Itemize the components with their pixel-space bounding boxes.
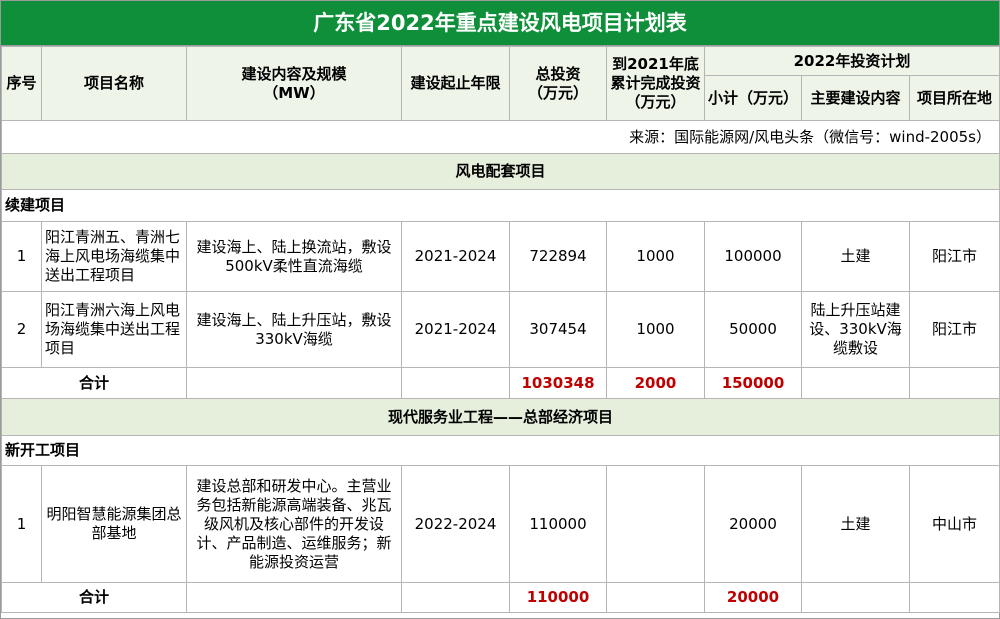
cell-subtotal: 20000: [704, 465, 802, 583]
header-main-content: 主要建设内容: [801, 75, 910, 121]
sum-empty: [909, 367, 1000, 399]
header-subtotal: 小计（万元）: [704, 75, 802, 121]
sum-total: 1030348: [509, 367, 607, 399]
sum-total: 110000: [509, 582, 607, 613]
sum-row: 合计 110000 20000: [1, 582, 1000, 613]
project-table: 序号 项目名称 建设内容及规模 （MW） 建设起止年限 总投资 （万元） 到20…: [1, 46, 1000, 613]
cell-name: 阳江青洲五、青洲七海上风电场海缆集中送出工程项目: [41, 221, 187, 292]
section-row: 现代服务业工程——总部经济项目: [1, 398, 1000, 436]
cell-subtotal: 50000: [704, 291, 802, 368]
header-content-line2: （MW）: [263, 83, 325, 102]
header-location: 项目所在地: [909, 75, 1000, 121]
header-name: 项目名称: [41, 46, 187, 121]
cell-location: 阳江市: [909, 291, 1000, 368]
cell-main-content: 陆上升压站建设、330kV海缆敷设: [801, 291, 910, 368]
header-done-line2: 累计完成投资: [610, 74, 701, 92]
source-note: 来源：国际能源网/风电头条（微信号：wind-2005s）: [1, 120, 1000, 154]
sum-empty: [186, 367, 402, 399]
header-seq: 序号: [1, 46, 42, 121]
table-row: 1 阳江青洲五、青洲七海上风电场海缆集中送出工程项目 建设海上、陆上换流站，敷设…: [1, 221, 1000, 292]
sum-done: 2000: [606, 367, 705, 399]
cell-content: 建设海上、陆上换流站，敷设500kV柔性直流海缆: [186, 221, 402, 292]
sum-row: 合计 1030348 2000 150000: [1, 367, 1000, 399]
cell-content: 建设海上、陆上升压站，敷设330kV海缆: [186, 291, 402, 368]
table-row: 1 明阳智慧能源集团总部基地 建设总部和研发中心。主营业务包括新能源高端装备、兆…: [1, 465, 1000, 583]
cell-period: 2021-2024: [401, 291, 510, 368]
cell-done: [606, 465, 705, 583]
cell-main-content: 土建: [801, 465, 910, 583]
cell-name: 明阳智慧能源集团总部基地: [41, 465, 187, 583]
sum-empty: [801, 367, 910, 399]
section-subheading: 新开工项目: [1, 435, 1000, 466]
header-content: 建设内容及规模 （MW）: [186, 46, 402, 121]
sum-label: 合计: [1, 582, 187, 613]
cell-done: 1000: [606, 291, 705, 368]
section-title: 风电配套项目: [1, 153, 1000, 190]
sum-subtotal: 150000: [704, 367, 802, 399]
header-total-line2: （万元）: [527, 83, 588, 102]
header-done-line1: 到2021年底: [612, 55, 699, 73]
table-row: 2 阳江青洲六海上风电场海缆集中送出工程项目 建设海上、陆上升压站，敷设330k…: [1, 291, 1000, 368]
sum-label: 合计: [1, 367, 187, 399]
page-title: 广东省2022年重点建设风电项目计划表: [1, 1, 999, 46]
section-title: 现代服务业工程——总部经济项目: [1, 398, 1000, 436]
cell-name: 阳江青洲六海上风电场海缆集中送出工程项目: [41, 291, 187, 368]
cell-seq: 2: [1, 291, 42, 368]
header-period: 建设起止年限: [401, 46, 510, 121]
section-subheading: 续建项目: [1, 189, 1000, 222]
sum-empty: [801, 582, 910, 613]
cell-location: 阳江市: [909, 221, 1000, 292]
cell-location: 中山市: [909, 465, 1000, 583]
cell-total: 307454: [509, 291, 607, 368]
sum-empty: [401, 582, 510, 613]
header-plan2022: 2022年投资计划: [704, 46, 1000, 76]
source-row: 来源：国际能源网/风电头条（微信号：wind-2005s）: [1, 120, 1000, 154]
sum-empty: [401, 367, 510, 399]
subheading-row: 续建项目: [1, 189, 1000, 222]
sum-empty: [909, 582, 1000, 613]
cell-seq: 1: [1, 221, 42, 292]
cell-total: 722894: [509, 221, 607, 292]
cell-main-content: 土建: [801, 221, 910, 292]
header-done: 到2021年底 累计完成投资 （万元）: [606, 46, 705, 121]
sum-empty: [186, 582, 402, 613]
sum-subtotal: 20000: [704, 582, 802, 613]
subheading-row: 新开工项目: [1, 435, 1000, 466]
header-total: 总投资 （万元）: [509, 46, 607, 121]
header-done-line3: （万元）: [625, 93, 686, 111]
sum-done: [606, 582, 705, 613]
header-content-line1: 建设内容及规模: [241, 64, 347, 83]
cell-period: 2021-2024: [401, 221, 510, 292]
cell-subtotal: 100000: [704, 221, 802, 292]
header-total-line1: 总投资: [535, 64, 581, 83]
cell-total: 110000: [509, 465, 607, 583]
section-row: 风电配套项目: [1, 153, 1000, 190]
header-row-1: 序号 项目名称 建设内容及规模 （MW） 建设起止年限 总投资 （万元） 到20…: [1, 46, 1000, 121]
plan-table-document: 广东省2022年重点建设风电项目计划表 序号 项目名称 建设内容及规模 （MW）…: [0, 0, 1000, 619]
cell-content: 建设总部和研发中心。主营业务包括新能源高端装备、兆瓦级风机及核心部件的开发设计、…: [186, 465, 402, 583]
cell-seq: 1: [1, 465, 42, 583]
cell-done: 1000: [606, 221, 705, 292]
cell-period: 2022-2024: [401, 465, 510, 583]
